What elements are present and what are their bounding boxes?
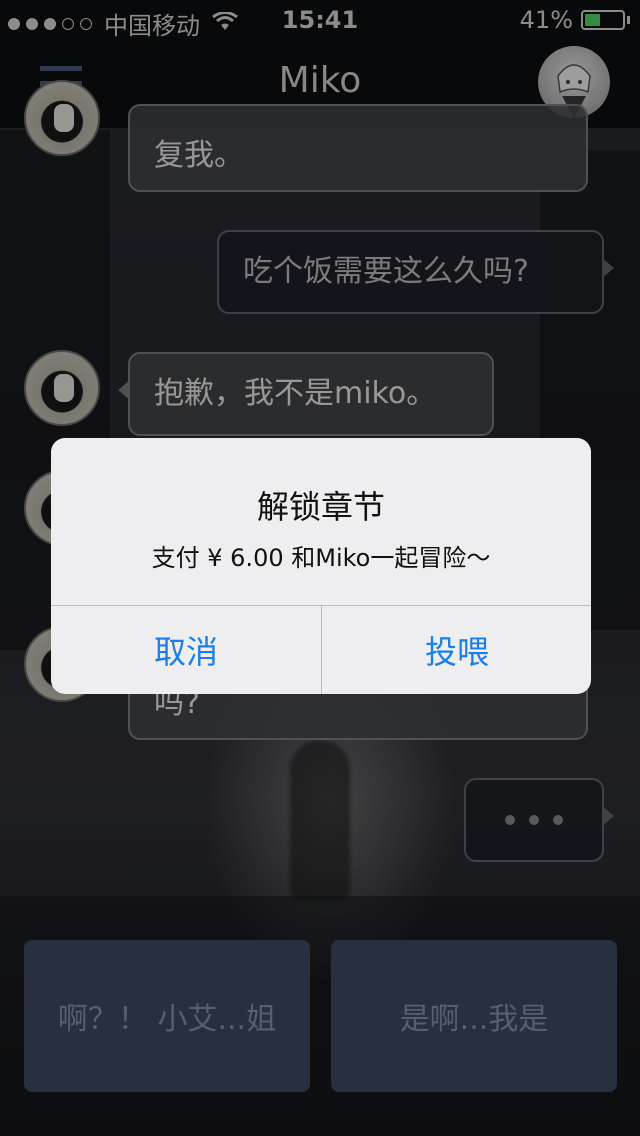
cancel-button[interactable]: 取消: [51, 606, 321, 694]
feed-button[interactable]: 投喂: [322, 606, 591, 694]
unlock-chapter-dialog: 解锁章节 支付 ¥ 6.00 和Miko一起冒险～ 取消 投喂: [51, 438, 591, 694]
cancel-button-label: 取消: [153, 633, 218, 671]
dialog-message: 支付 ¥ 6.00 和Miko一起冒险～: [151, 544, 491, 572]
feed-button-label: 投喂: [424, 633, 489, 671]
dialog-title: 解锁章节: [256, 488, 385, 526]
